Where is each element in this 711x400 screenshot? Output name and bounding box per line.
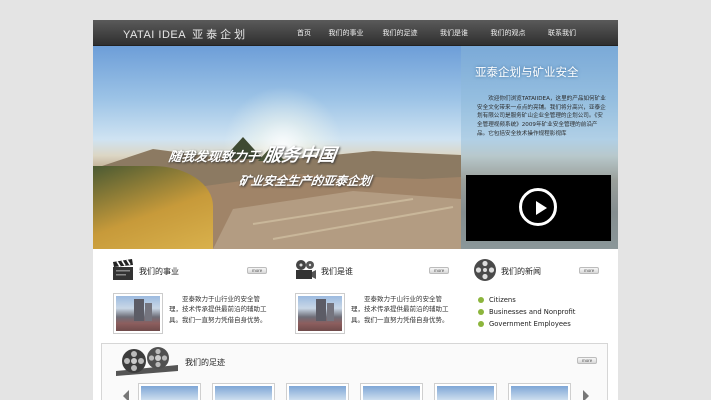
carousel-thumbnail[interactable] [508,383,571,400]
play-icon[interactable] [519,188,557,226]
banner-slogan-sub: 矿业安全生产的亚泰企划 [237,174,372,188]
carousel-thumbnail[interactable] [212,383,275,400]
news-item-label: Government Employees [489,320,571,328]
carousel-thumbnail[interactable] [286,383,349,400]
who-we-are-thumbnail[interactable] [295,293,345,334]
side-panel-text: 欢迎你们浏览TATAIIDEA，这里的产品如何矿业安全文化带来一点点的亮铺。我们… [477,96,606,137]
carousel-left-arrow-icon[interactable] [123,390,129,400]
side-panel-title: 亚泰企划与矿业安全 [475,65,579,79]
clapperboard-icon [113,259,133,280]
section-title: 我们是谁 [321,267,353,276]
logo-chinese: 亚泰企划 [192,28,249,41]
nav-contact-us[interactable]: 联系我们 [535,20,589,46]
nav-who-we-are[interactable]: 我们是谁 [427,20,481,46]
more-button[interactable]: more [429,267,450,274]
nav-our-footprint[interactable]: 我们的足迹 [373,20,427,46]
more-button[interactable]: more [577,357,598,364]
nav-home[interactable]: 首页 [289,20,319,46]
film-projector-icon [296,260,316,279]
bullet-icon [478,309,484,315]
carousel-right-arrow-icon[interactable] [583,390,589,400]
business-thumbnail[interactable] [113,293,163,334]
news-list: Citizens Businesses and Nonprofit Govern… [475,294,575,330]
header-bar: YATAI IDEA 亚泰企划 首页 我们的事业 我们的足迹 我们是谁 我们的观点… [93,20,618,46]
banner-slogan-highlight: 服务中国 [262,145,338,166]
banner-slogan-prefix: 随我发现致力于 [167,150,261,165]
film-reel-icon [474,259,496,281]
bullet-icon [478,321,484,327]
nav-our-business[interactable]: 我们的事业 [319,20,373,46]
grass-foreground-graphic [93,166,213,249]
section-header: 我们的新闻 more [473,258,603,284]
nav-our-views[interactable]: 我们的观点 [481,20,535,46]
logo-text: YATAI IDEA [123,29,187,41]
news-item[interactable]: Government Employees [475,318,575,330]
film-reels-icon [116,347,178,376]
section-header: 我们的事业 more [111,258,271,284]
section-our-footprint: 我们的足迹 more [101,343,608,400]
section-header: 我们是谁 more [293,258,453,284]
banner-slogan-main: 随我发现致力于服务中国 [167,141,338,167]
section-title: 我们的新闻 [501,267,541,276]
section-who-we-are: 我们是谁 more 亚泰致力于山行业的安全管理，技术传承提供最前沿的辅助工具。我… [293,258,453,334]
page-container: YATAI IDEA 亚泰企划 首页 我们的事业 我们的足迹 我们是谁 我们的观点… [93,20,618,400]
more-button[interactable]: more [579,267,600,274]
footprint-carousel [138,383,571,400]
video-player[interactable] [466,175,611,241]
hero-banner: 随我发现致力于服务中国 矿业安全生产的亚泰企划 亚泰企划与矿业安全 欢迎你们浏览… [93,46,618,249]
bullet-icon [478,297,484,303]
main-nav: 首页 我们的事业 我们的足迹 我们是谁 我们的观点 联系我们 [289,20,589,46]
who-we-are-description: 亚泰致力于山行业的安全管理，技术传承提供最前沿的辅助工具。我们一直努力凭借自身优… [351,295,449,324]
banner-side-panel: 亚泰企划与矿业安全 欢迎你们浏览TATAIIDEA，这里的产品如何矿业安全文化带… [461,46,618,249]
business-description: 亚泰致力于山行业的安全管理，技术传承提供最前沿的辅助工具。我们一直努力凭借自身优… [169,295,267,324]
section-our-news: 我们的新闻 more Citizens Businesses and Nonpr… [473,258,603,328]
news-item[interactable]: Citizens [475,294,575,306]
more-button[interactable]: more [247,267,268,274]
news-item[interactable]: Businesses and Nonprofit [475,306,575,318]
logo[interactable]: YATAI IDEA 亚泰企划 [123,26,248,42]
section-title: 我们的事业 [139,267,179,276]
news-item-label: Businesses and Nonprofit [489,308,576,316]
carousel-thumbnail[interactable] [360,383,423,400]
news-item-label: Citizens [489,296,516,304]
section-our-business: 我们的事业 more 亚泰致力于山行业的安全管理，技术传承提供最前沿的辅助工具。… [111,258,271,334]
carousel-thumbnail[interactable] [138,383,201,400]
section-title: 我们的足迹 [185,358,225,367]
carousel-thumbnail[interactable] [434,383,497,400]
